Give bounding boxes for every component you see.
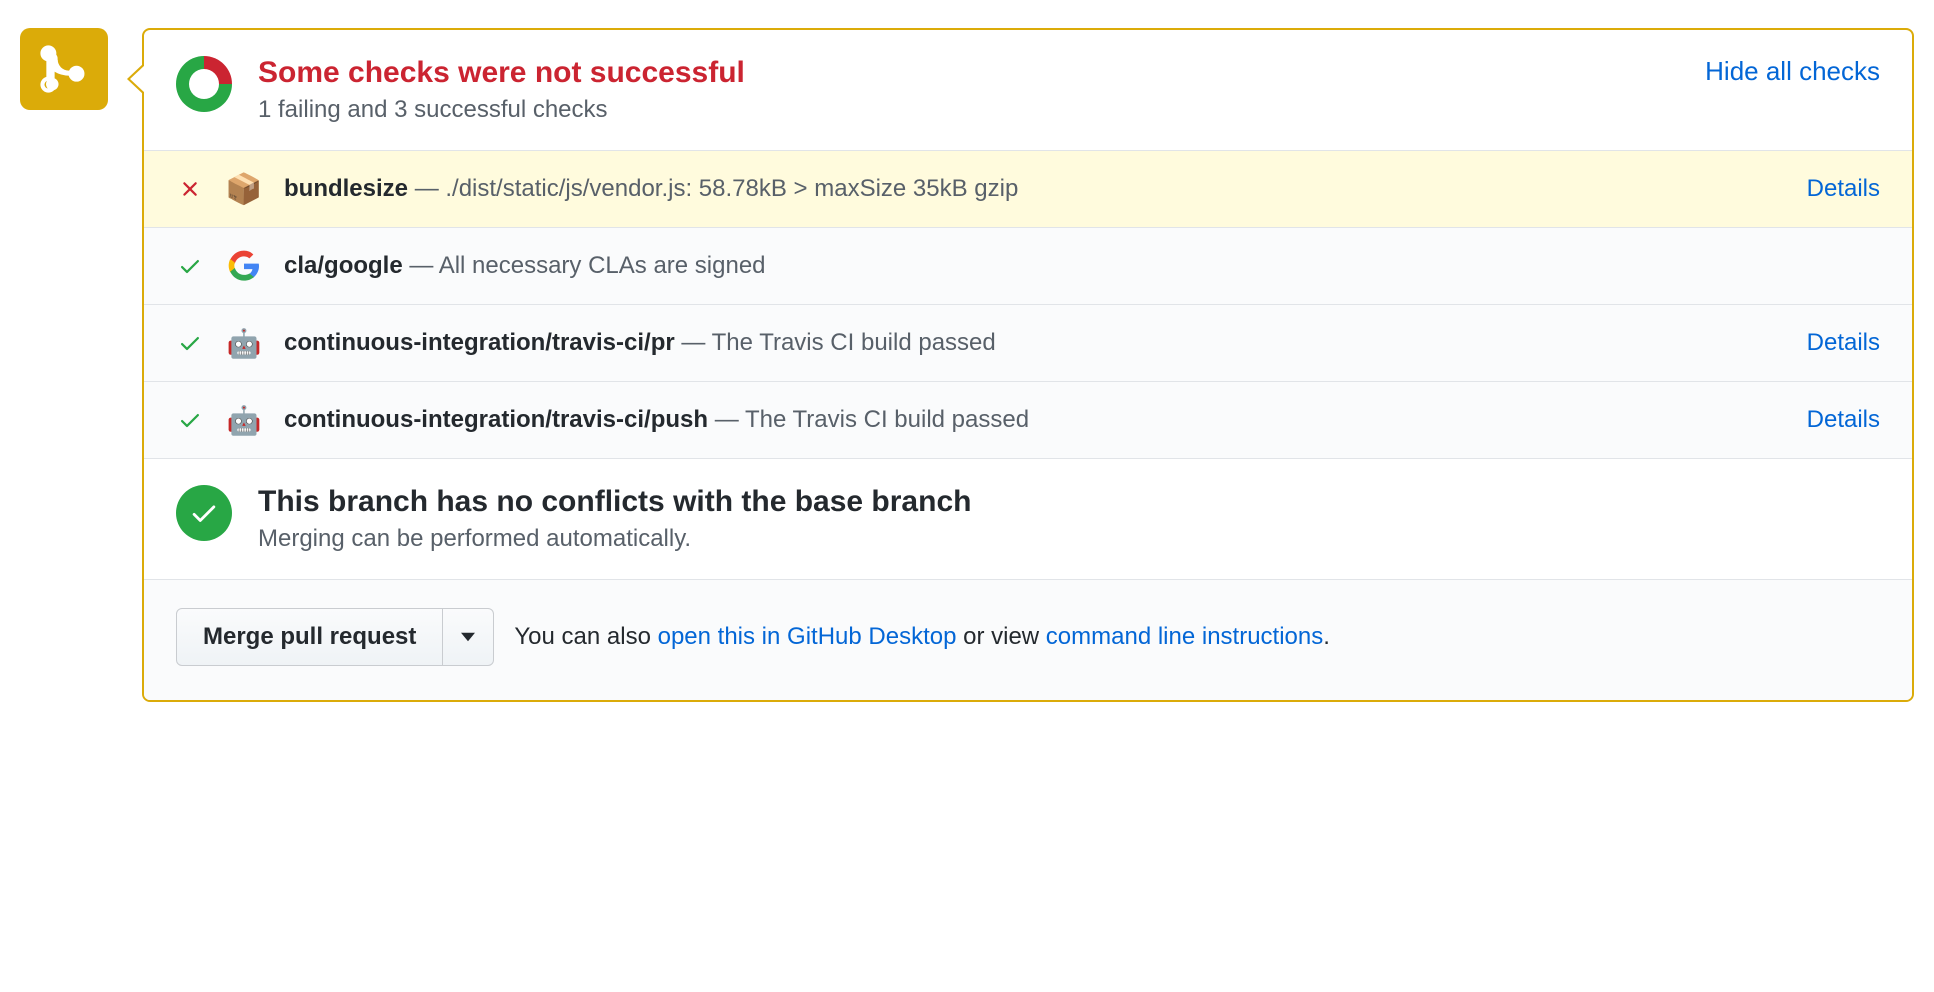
travis-icon: 🤖 [226, 402, 262, 438]
check-row: cla/google — All necessary CLAs are sign… [144, 228, 1912, 305]
check-name: bundlesize [284, 175, 408, 202]
check-icon [176, 254, 204, 278]
check-description: The Travis CI build passed [712, 329, 996, 356]
check-details-link[interactable]: Details [1807, 406, 1880, 434]
check-details-link[interactable]: Details [1807, 175, 1880, 203]
check-icon [176, 408, 204, 432]
command-line-instructions-link[interactable]: command line instructions [1046, 623, 1323, 650]
merge-options-dropdown-button[interactable] [443, 608, 494, 666]
merge-text-suffix: . [1323, 623, 1330, 650]
hide-all-checks-link[interactable]: Hide all checks [1705, 56, 1880, 87]
travis-icon: 🤖 [226, 325, 262, 361]
check-row: 📦 bundlesize — ./dist/static/js/vendor.js… [144, 151, 1912, 228]
checks-summary-subtitle: 1 failing and 3 successful checks [258, 96, 1679, 124]
check-name: continuous-integration/travis-ci/pr [284, 329, 675, 356]
x-icon [176, 177, 204, 201]
check-name: continuous-integration/travis-ci/push [284, 406, 708, 433]
check-description: All necessary CLAs are signed [439, 252, 766, 279]
check-text: continuous-integration/travis-ci/pr — Th… [284, 329, 1785, 357]
merge-help-text: You can also open this in GitHub Desktop… [514, 623, 1330, 651]
check-text: continuous-integration/travis-ci/push — … [284, 406, 1785, 434]
merge-section: Merge pull request You can also open thi… [144, 580, 1912, 700]
check-row: 🤖 continuous-integration/travis-ci/push —… [144, 382, 1912, 458]
check-text: cla/google — All necessary CLAs are sign… [284, 252, 1880, 280]
check-icon [189, 498, 219, 528]
checks-list: 📦 bundlesize — ./dist/static/js/vendor.js… [144, 151, 1912, 459]
status-donut-icon [176, 56, 232, 112]
check-description: The Travis CI build passed [745, 406, 1029, 433]
conflicts-section: This branch has no conflicts with the ba… [144, 459, 1912, 580]
merge-button-group: Merge pull request [176, 608, 494, 666]
check-row: 🤖 continuous-integration/travis-ci/pr — T… [144, 305, 1912, 382]
checks-summary-section: Some checks were not successful 1 failin… [144, 30, 1912, 151]
caret-down-icon [461, 632, 475, 642]
merge-pull-request-button[interactable]: Merge pull request [176, 608, 443, 666]
success-circle-icon [176, 485, 232, 541]
timeline-merge-badge [20, 28, 108, 110]
check-icon [176, 331, 204, 355]
package-icon: 📦 [226, 171, 262, 207]
merge-text-mid: or view [956, 623, 1045, 650]
check-name: cla/google [284, 252, 403, 279]
conflicts-subtitle: Merging can be performed automatically. [258, 525, 1880, 553]
merge-text-prefix: You can also [514, 623, 657, 650]
git-merge-icon [39, 44, 89, 94]
check-details-link[interactable]: Details [1807, 329, 1880, 357]
merge-status-panel: Some checks were not successful 1 failin… [142, 28, 1914, 702]
open-github-desktop-link[interactable]: open this in GitHub Desktop [658, 623, 957, 650]
check-description: ./dist/static/js/vendor.js: 58.78kB > ma… [445, 175, 1018, 202]
checks-summary-title: Some checks were not successful [258, 56, 1679, 90]
google-icon [226, 248, 262, 284]
conflicts-title: This branch has no conflicts with the ba… [258, 485, 1880, 519]
check-text: bundlesize — ./dist/static/js/vendor.js:… [284, 175, 1785, 203]
